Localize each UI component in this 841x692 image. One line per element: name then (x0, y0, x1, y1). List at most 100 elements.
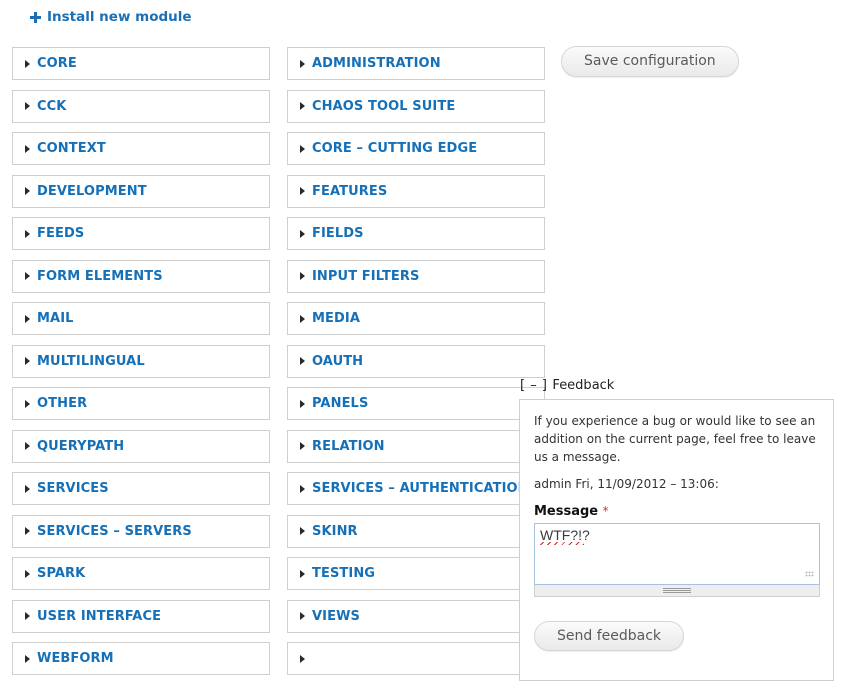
module-package-label: FIELDS (312, 226, 364, 241)
install-new-module-link[interactable]: Install new module (30, 9, 192, 25)
triangle-right-icon (300, 400, 305, 408)
triangle-right-icon (25, 272, 30, 280)
install-new-module-label: Install new module (47, 9, 192, 25)
triangle-right-icon (300, 102, 305, 110)
module-package-label: ADMINISTRATION (312, 56, 441, 71)
triangle-right-icon (300, 485, 305, 493)
module-package-row[interactable]: CORE (12, 47, 270, 80)
triangle-right-icon (300, 145, 305, 153)
module-package-row[interactable]: MEDIA (287, 302, 545, 335)
module-package-row[interactable]: CCK (12, 90, 270, 123)
triangle-right-icon (300, 527, 305, 535)
message-field-label: Message * (534, 504, 819, 519)
triangle-right-icon (25, 655, 30, 663)
module-package-label: INPUT FILTERS (312, 269, 419, 284)
module-package-row[interactable]: DEVELOPMENT (12, 175, 270, 208)
send-feedback-button[interactable]: Send feedback (534, 621, 684, 651)
module-package-row[interactable]: CONTEXT (12, 132, 270, 165)
triangle-right-icon (300, 357, 305, 365)
triangle-right-icon (25, 187, 30, 195)
triangle-right-icon (300, 570, 305, 578)
module-package-label: DEVELOPMENT (37, 184, 147, 199)
triangle-right-icon (300, 187, 305, 195)
feedback-body: If you experience a bug or would like to… (519, 399, 834, 681)
module-package-label: SERVICES – SERVERS (37, 524, 192, 539)
module-package-row[interactable]: FEATURES (287, 175, 545, 208)
module-package-row[interactable]: RELATION (287, 430, 545, 463)
module-package-row[interactable] (287, 642, 545, 675)
module-package-row[interactable]: VIEWS (287, 600, 545, 633)
module-package-row[interactable]: OAUTH (287, 345, 545, 378)
triangle-right-icon (25, 357, 30, 365)
triangle-right-icon (25, 145, 30, 153)
required-marker: * (603, 504, 609, 518)
module-package-label: VIEWS (312, 609, 360, 624)
triangle-right-icon (25, 230, 30, 238)
module-package-label: MAIL (37, 311, 74, 326)
module-package-label: OAUTH (312, 354, 363, 369)
module-package-label: MULTILINGUAL (37, 354, 145, 369)
textarea-grippie-drag-handle[interactable] (534, 585, 820, 597)
triangle-right-icon (300, 612, 305, 620)
message-label-text: Message (534, 504, 598, 519)
module-package-label: SKINR (312, 524, 358, 539)
triangle-right-icon (25, 527, 30, 535)
module-package-label: CCK (37, 99, 66, 114)
feedback-author-timestamp: admin Fri, 11/09/2012 – 13:06: (534, 477, 819, 491)
feedback-collapse-toggle[interactable]: [ – ] (520, 378, 547, 393)
module-package-row[interactable]: SKINR (287, 515, 545, 548)
module-package-label: TESTING (312, 566, 375, 581)
module-package-row[interactable]: MULTILINGUAL (12, 345, 270, 378)
module-package-row[interactable]: FEEDS (12, 217, 270, 250)
module-package-label: OTHER (37, 396, 87, 411)
module-package-column-right: ADMINISTRATION CHAOS TOOL SUITE CORE – CUT… (287, 47, 545, 685)
triangle-right-icon (300, 230, 305, 238)
module-package-row[interactable]: FIELDS (287, 217, 545, 250)
triangle-right-icon (25, 570, 30, 578)
module-package-row[interactable]: TESTING (287, 557, 545, 590)
module-package-row[interactable]: ADMINISTRATION (287, 47, 545, 80)
triangle-right-icon (300, 442, 305, 450)
feedback-title: Feedback (552, 378, 614, 393)
module-package-row[interactable]: FORM ELEMENTS (12, 260, 270, 293)
triangle-right-icon (300, 315, 305, 323)
save-configuration-button[interactable]: Save configuration (561, 46, 739, 77)
module-package-label: USER INTERFACE (37, 609, 161, 624)
module-package-row[interactable]: OTHER (12, 387, 270, 420)
module-package-row[interactable]: MAIL (12, 302, 270, 335)
module-package-row[interactable]: CORE – CUTTING EDGE (287, 132, 545, 165)
feedback-block: [ – ] Feedback If you experience a bug o… (519, 378, 834, 681)
triangle-right-icon (300, 272, 305, 280)
feedback-intro-text: If you experience a bug or would like to… (534, 412, 819, 466)
module-package-label: CONTEXT (37, 141, 106, 156)
module-package-row[interactable]: SERVICES – AUTHENTICATION (287, 472, 545, 505)
module-package-row[interactable]: QUERYPATH (12, 430, 270, 463)
module-package-row[interactable]: SPARK (12, 557, 270, 590)
module-package-row[interactable]: CHAOS TOOL SUITE (287, 90, 545, 123)
module-package-label: WEBFORM (37, 651, 114, 666)
module-package-column-left: CORE CCK CONTEXT DEVELOPMENT FEEDS FORM ELEME… (12, 47, 270, 685)
module-package-row[interactable]: USER INTERFACE (12, 600, 270, 633)
module-package-label: RELATION (312, 439, 385, 454)
message-textarea-wrapper (534, 523, 820, 585)
triangle-right-icon (25, 612, 30, 620)
module-package-label: QUERYPATH (37, 439, 124, 454)
module-package-row[interactable]: INPUT FILTERS (287, 260, 545, 293)
triangle-right-icon (25, 102, 30, 110)
module-package-row[interactable]: PANELS (287, 387, 545, 420)
module-package-label: SERVICES (37, 481, 109, 496)
module-package-label: FORM ELEMENTS (37, 269, 163, 284)
module-package-label: PANELS (312, 396, 368, 411)
triangle-right-icon (300, 655, 305, 663)
plus-icon (30, 12, 41, 23)
module-package-label: MEDIA (312, 311, 360, 326)
message-textarea[interactable] (534, 523, 820, 585)
triangle-right-icon (25, 400, 30, 408)
triangle-right-icon (25, 60, 30, 68)
module-package-row[interactable]: SERVICES – SERVERS (12, 515, 270, 548)
module-package-row[interactable]: WEBFORM (12, 642, 270, 675)
module-package-label: FEEDS (37, 226, 84, 241)
module-package-label: SPARK (37, 566, 85, 581)
module-package-label: CORE – CUTTING EDGE (312, 141, 477, 156)
module-package-row[interactable]: SERVICES (12, 472, 270, 505)
